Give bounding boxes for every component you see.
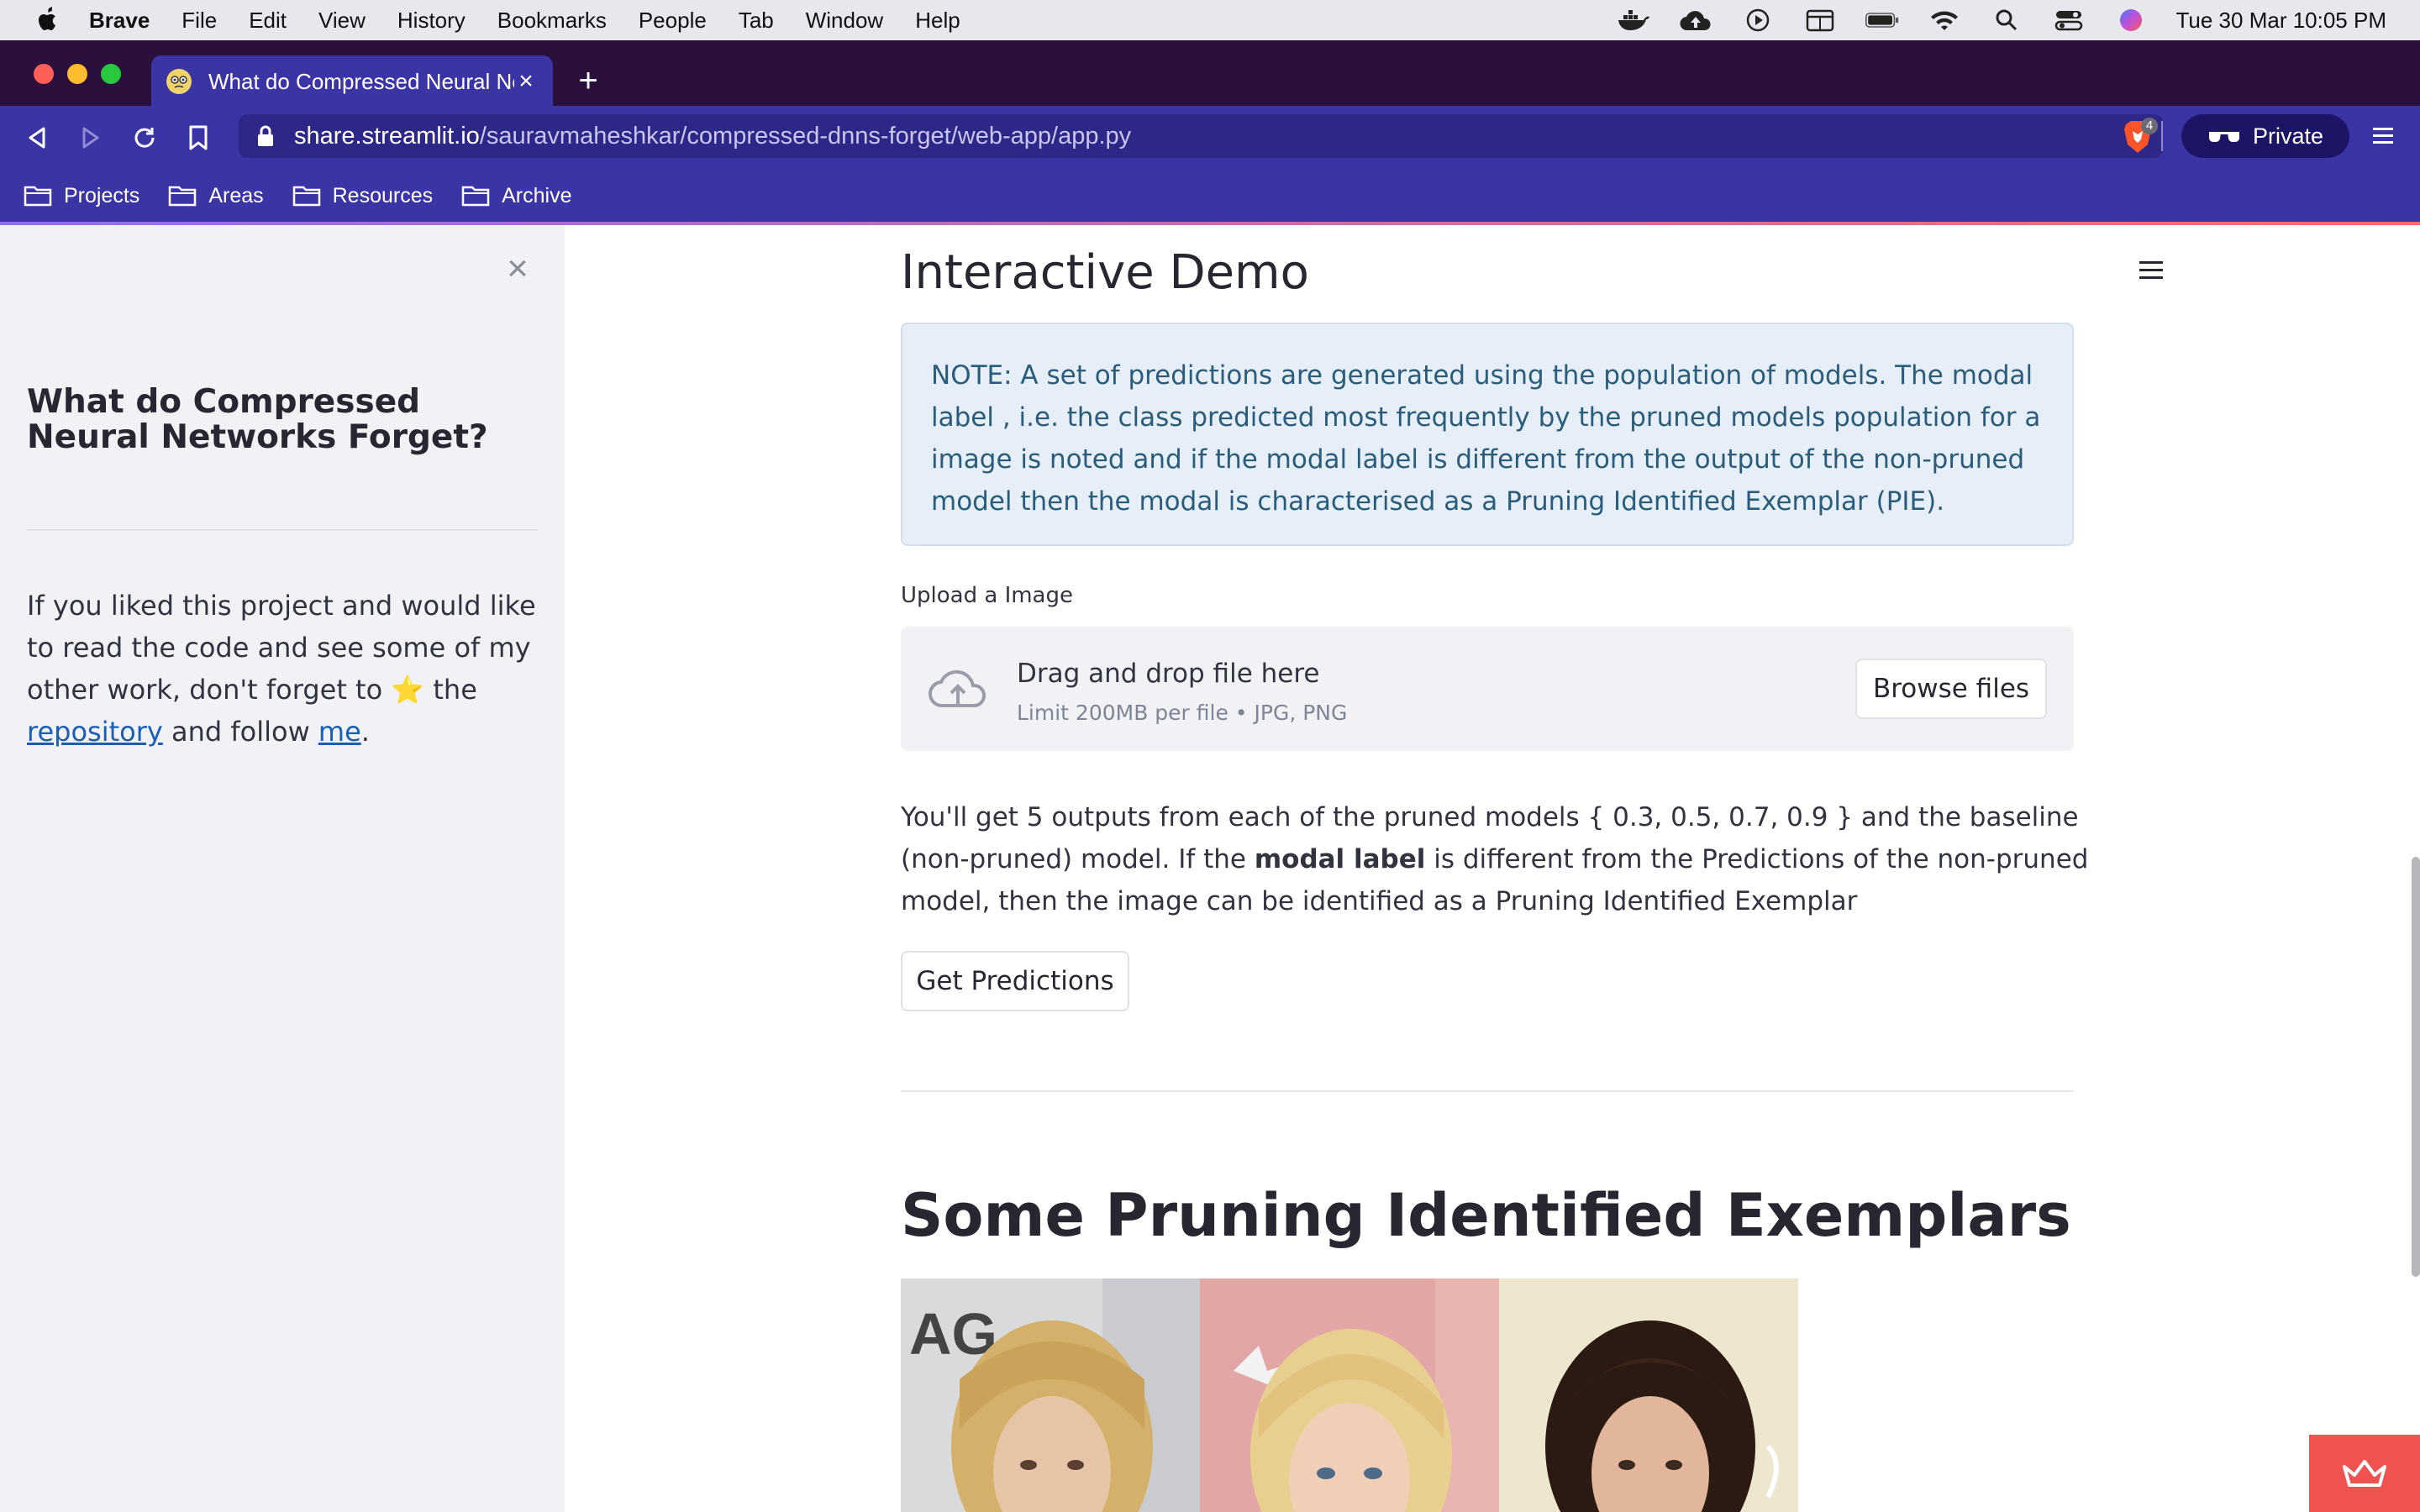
bookmarks-bar: Projects Areas Resources Archive — [0, 168, 2420, 223]
browser-menu-icon[interactable] — [2370, 123, 2396, 150]
browse-files-button[interactable]: Browse files — [1855, 659, 2047, 719]
window-minimize-button[interactable] — [67, 64, 87, 84]
battery-icon[interactable] — [1865, 7, 1899, 34]
calendar-icon[interactable] — [1803, 7, 1837, 34]
apple-icon[interactable] — [34, 7, 60, 34]
bookmark-archive[interactable]: Archive — [461, 183, 572, 208]
window-zoom-button[interactable] — [101, 64, 121, 84]
bookmark-icon[interactable] — [183, 123, 213, 153]
section-heading: Interactive Demo — [901, 245, 1309, 300]
sidebar-close-icon[interactable]: × — [501, 250, 534, 287]
page-scrollbar[interactable] — [2412, 857, 2420, 1277]
bookmark-label: Areas — [208, 183, 264, 207]
menu-window[interactable]: Window — [806, 8, 883, 34]
folder-icon — [169, 186, 197, 207]
url-separator — [2161, 121, 2163, 151]
menubar-datetime[interactable]: Tue 30 Mar 10:05 PM — [2176, 8, 2387, 34]
status-icons: Tue 30 Mar 10:05 PM — [1617, 0, 2387, 40]
dropzone-instructions: Drag and drop file here — [1017, 659, 1320, 689]
new-tab-button[interactable]: + — [571, 62, 605, 99]
info-note: NOTE: A set of predictions are generated… — [901, 323, 2074, 546]
me-link[interactable]: me — [318, 716, 361, 748]
url-host: share.streamlit.io — [294, 122, 480, 150]
menu-tab[interactable]: Tab — [739, 8, 774, 34]
sidebar-text-part: and follow — [162, 716, 318, 748]
exemplar-image: AG — [901, 1278, 1200, 1512]
get-predictions-button[interactable]: Get Predictions — [901, 951, 1129, 1011]
address-bar[interactable]: share.streamlit.io/sauravmaheshkar/compr… — [239, 114, 2163, 158]
star-emoji: ⭐ — [391, 674, 425, 706]
private-label: Private — [2252, 123, 2324, 149]
sidebar-text-part: . — [360, 716, 370, 748]
main-content: Interactive Demo NOTE: A set of predicti… — [565, 225, 2420, 1512]
menu-people[interactable]: People — [639, 8, 707, 34]
private-glasses-icon — [2208, 132, 2239, 143]
shield-count-badge: 4 — [2141, 118, 2158, 134]
menu-app-name[interactable]: Brave — [89, 8, 150, 34]
folder-icon — [461, 186, 490, 207]
menu-edit[interactable]: Edit — [249, 8, 287, 34]
exemplar-image — [1200, 1278, 1499, 1512]
upload-cloud-icon — [928, 669, 986, 708]
tab-close-icon[interactable]: × — [514, 67, 538, 96]
lock-icon — [258, 125, 273, 146]
cloud-upload-icon[interactable] — [1679, 7, 1712, 34]
url-path: /sauravmaheshkar/compressed-dnns-forget/… — [479, 122, 1132, 150]
macos-menubar: Brave File Edit View History Bookmarks P… — [0, 0, 2420, 40]
bookmark-areas[interactable]: Areas — [168, 183, 264, 208]
dropzone-limits: Limit 200MB per file • JPG, PNG — [1017, 701, 1348, 725]
sidebar-title: What do Compressed Neural Networks Forge… — [27, 383, 488, 456]
bookmark-label: Resources — [332, 183, 434, 207]
exemplar-gallery: AG — [901, 1278, 1798, 1512]
menu-history[interactable]: History — [397, 8, 466, 34]
window-close-button[interactable] — [34, 64, 54, 84]
tab-title: What do Compressed Neural Ne — [208, 68, 514, 94]
back-icon[interactable] — [22, 123, 52, 153]
sidebar-text-part: the — [424, 674, 477, 706]
menu-help[interactable]: Help — [915, 8, 960, 34]
menu-view[interactable]: View — [318, 8, 366, 34]
menu-bookmarks[interactable]: Bookmarks — [497, 8, 607, 34]
exemplar-image — [1499, 1278, 1798, 1512]
tab-active[interactable]: What do Compressed Neural Ne × — [151, 55, 553, 108]
description-bold: modal label — [1254, 844, 1426, 874]
description-text: You'll get 5 outputs from each of the pr… — [901, 796, 2094, 922]
wifi-icon[interactable] — [1928, 7, 1961, 34]
siri-icon[interactable] — [2114, 7, 2148, 34]
bookmark-label: Archive — [502, 183, 572, 207]
tab-favicon-icon — [166, 69, 192, 94]
section-divider — [901, 1090, 2074, 1092]
upload-label: Upload a Image — [901, 583, 1073, 608]
menu-file[interactable]: File — [182, 8, 217, 34]
folder-icon — [24, 186, 52, 207]
folder-icon — [292, 186, 320, 207]
sidebar: × What do Compressed Neural Networks For… — [0, 225, 565, 1512]
sidebar-text: If you liked this project and would like… — [27, 585, 539, 753]
app-menu-icon[interactable] — [2134, 254, 2168, 287]
control-center-icon[interactable] — [2052, 7, 2086, 34]
private-window-button[interactable]: Private — [2181, 114, 2349, 158]
sidebar-divider — [27, 529, 538, 531]
brave-shield-icon[interactable]: 4 — [2119, 118, 2158, 156]
bookmark-resources[interactable]: Resources — [292, 183, 434, 208]
forward-icon[interactable] — [76, 123, 106, 153]
docker-icon[interactable] — [1617, 7, 1650, 34]
file-dropzone[interactable]: Drag and drop file here Limit 200MB per … — [901, 627, 2074, 751]
bookmark-label: Projects — [64, 183, 140, 207]
streamlit-crown-icon[interactable] — [2309, 1435, 2420, 1512]
reload-icon[interactable] — [129, 123, 160, 153]
bookmark-projects[interactable]: Projects — [24, 184, 139, 208]
pie-heading: Some Pruning Identified Exemplars — [901, 1181, 2071, 1250]
play-icon[interactable] — [1741, 7, 1775, 34]
search-icon[interactable] — [1990, 7, 2023, 34]
repository-link[interactable]: repository — [27, 716, 163, 748]
